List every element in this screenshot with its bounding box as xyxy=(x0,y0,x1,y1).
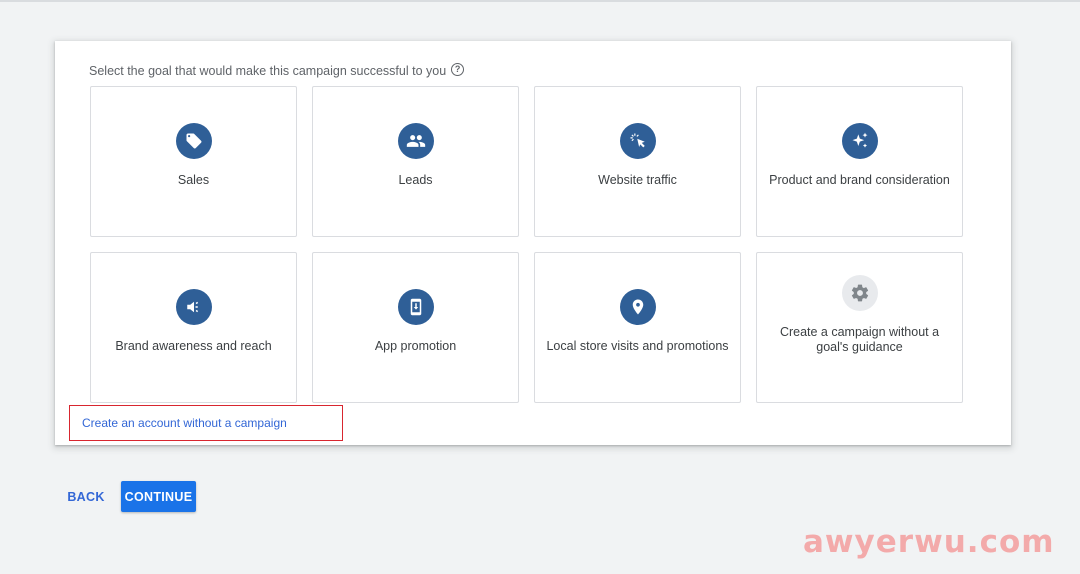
account-link-highlight: Create an account without a campaign xyxy=(69,405,343,441)
goal-tile-brand-awareness[interactable]: Brand awareness and reach xyxy=(90,252,297,403)
goal-label: Website traffic xyxy=(598,173,677,187)
goal-tile-leads[interactable]: Leads xyxy=(312,86,519,237)
continue-button[interactable]: CONTINUE xyxy=(121,481,196,512)
goal-tile-app-promotion[interactable]: App promotion xyxy=(312,252,519,403)
goal-selection-card: Select the goal that would make this cam… xyxy=(55,41,1011,445)
sparkle-icon xyxy=(841,123,878,159)
location-pin-icon xyxy=(619,289,656,325)
goal-tile-no-goal-guidance[interactable]: Create a campaign without a goal's guida… xyxy=(756,252,963,403)
create-account-without-campaign-link[interactable]: Create an account without a campaign xyxy=(82,416,287,430)
people-icon xyxy=(397,123,434,159)
megaphone-icon xyxy=(175,289,212,325)
phone-download-icon xyxy=(397,289,434,325)
goal-tile-sales[interactable]: Sales xyxy=(90,86,297,237)
goal-prompt-text: Select the goal that would make this cam… xyxy=(89,64,447,78)
goal-label: App promotion xyxy=(374,339,457,353)
goal-prompt: Select the goal that would make this cam… xyxy=(89,62,465,78)
watermark: awyerwu.com xyxy=(803,524,1055,560)
goal-label: Create a campaign without a goal's guida… xyxy=(779,324,940,354)
goal-grid: Sales Leads Website traffic Product and … xyxy=(90,86,963,403)
cursor-click-icon xyxy=(619,123,656,159)
goal-label: Local store visits and promotions xyxy=(546,339,729,353)
goal-label: Sales xyxy=(177,173,210,187)
tag-icon xyxy=(175,123,212,159)
back-button[interactable]: BACK xyxy=(62,482,110,512)
goal-tile-product-brand-consideration[interactable]: Product and brand consideration xyxy=(756,86,963,237)
help-icon[interactable]: ? xyxy=(451,62,465,76)
goal-label: Leads xyxy=(398,173,433,187)
top-border xyxy=(0,0,1080,2)
goal-tile-local-store-visits[interactable]: Local store visits and promotions xyxy=(534,252,741,403)
goal-label: Brand awareness and reach xyxy=(115,339,272,353)
goal-label: Product and brand consideration xyxy=(769,173,950,187)
goal-tile-website-traffic[interactable]: Website traffic xyxy=(534,86,741,237)
gear-icon xyxy=(841,274,878,311)
